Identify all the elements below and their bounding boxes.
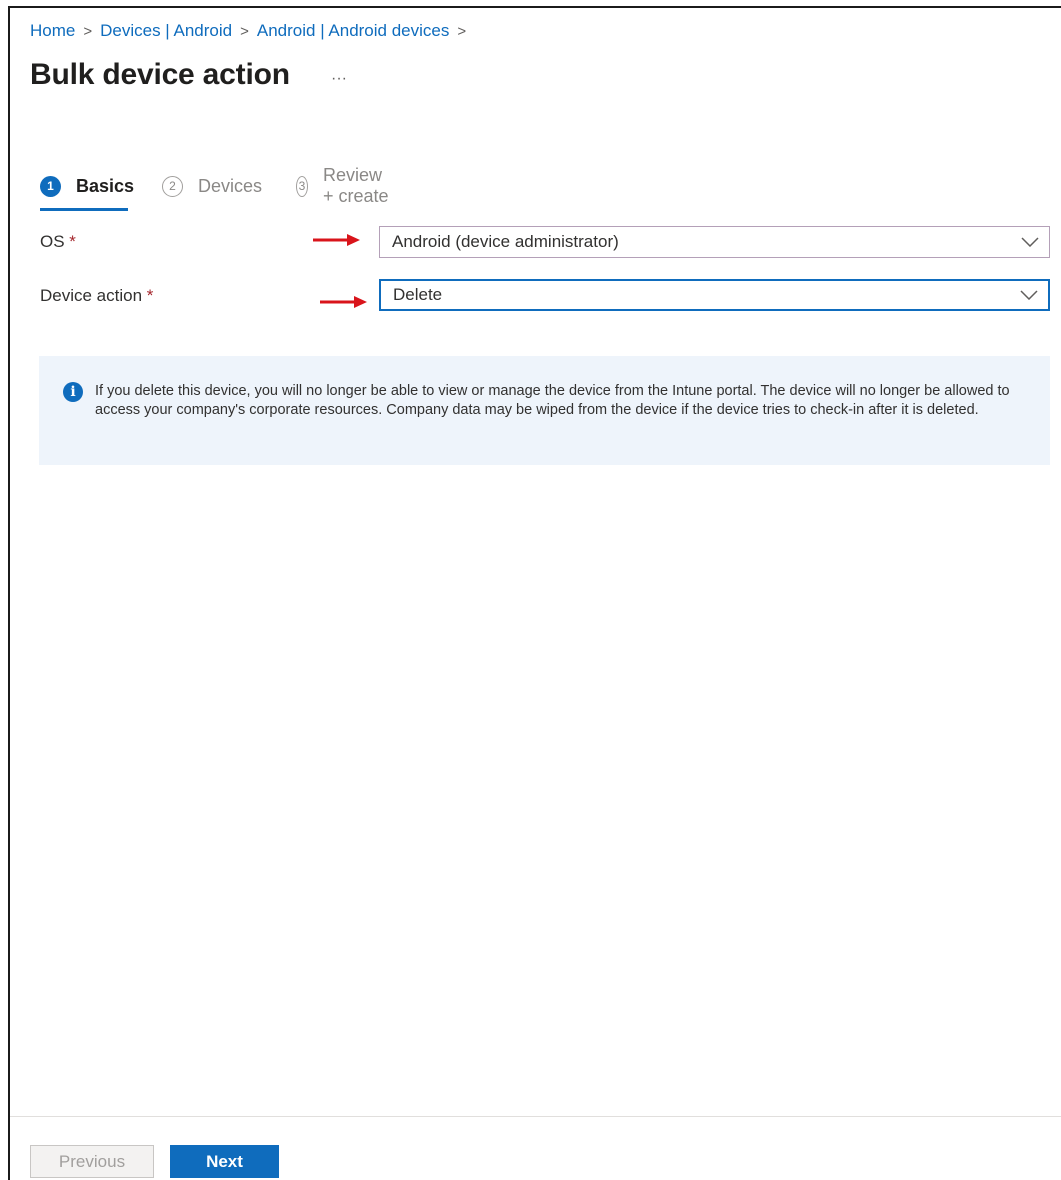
os-dropdown[interactable]: Android (device administrator) <box>379 226 1050 258</box>
tab-devices[interactable]: 2 Devices <box>162 170 262 202</box>
next-button[interactable]: Next <box>170 1145 279 1178</box>
info-message-text: If you delete this device, you will no l… <box>95 383 1010 418</box>
chevron-down-icon <box>1020 290 1038 300</box>
os-selected-value: Android (device administrator) <box>392 232 619 251</box>
required-asterisk: * <box>146 286 154 305</box>
breadcrumb-android-devices[interactable]: Android | Android devices <box>257 21 449 41</box>
footer-divider <box>10 1116 1061 1117</box>
breadcrumb: Home > Devices | Android > Android | And… <box>30 21 474 41</box>
previous-button[interactable]: Previous <box>30 1145 154 1178</box>
page-title: Bulk device action <box>30 58 290 91</box>
info-message-bar: i If you delete this device, you will no… <box>39 356 1050 465</box>
chevron-down-icon <box>1021 237 1039 247</box>
device-action-selected-value: Delete <box>393 285 443 304</box>
annotation-arrow-icon <box>313 234 360 246</box>
os-label: OS * <box>40 232 76 252</box>
info-icon: i <box>63 382 83 402</box>
breadcrumb-separator-icon: > <box>240 22 249 40</box>
annotation-arrow-icon <box>320 296 367 308</box>
step-number-icon: 3 <box>296 175 308 197</box>
required-asterisk: * <box>69 232 76 251</box>
tab-label: Devices <box>198 175 263 196</box>
tab-label: Review + create <box>322 165 389 206</box>
tab-label: Basics <box>76 175 135 196</box>
breadcrumb-separator-icon: > <box>457 22 467 40</box>
breadcrumb-devices-android[interactable]: Devices | Android <box>100 21 232 41</box>
more-options-icon[interactable]: ··· <box>331 70 347 88</box>
device-action-label: Device action * <box>40 286 153 306</box>
tab-review-create[interactable]: 3 Review + create <box>296 165 391 206</box>
breadcrumb-separator-icon: > <box>83 22 93 40</box>
device-action-dropdown[interactable]: Delete <box>379 279 1050 311</box>
active-tab-indicator <box>40 208 128 211</box>
device-action-label-text: Device action <box>40 286 143 305</box>
os-label-text: OS <box>40 232 65 251</box>
tab-basics[interactable]: 1 Basics <box>40 170 134 202</box>
step-number-icon: 2 <box>162 175 183 197</box>
step-number-icon: 1 <box>40 175 61 197</box>
breadcrumb-home[interactable]: Home <box>30 21 75 41</box>
